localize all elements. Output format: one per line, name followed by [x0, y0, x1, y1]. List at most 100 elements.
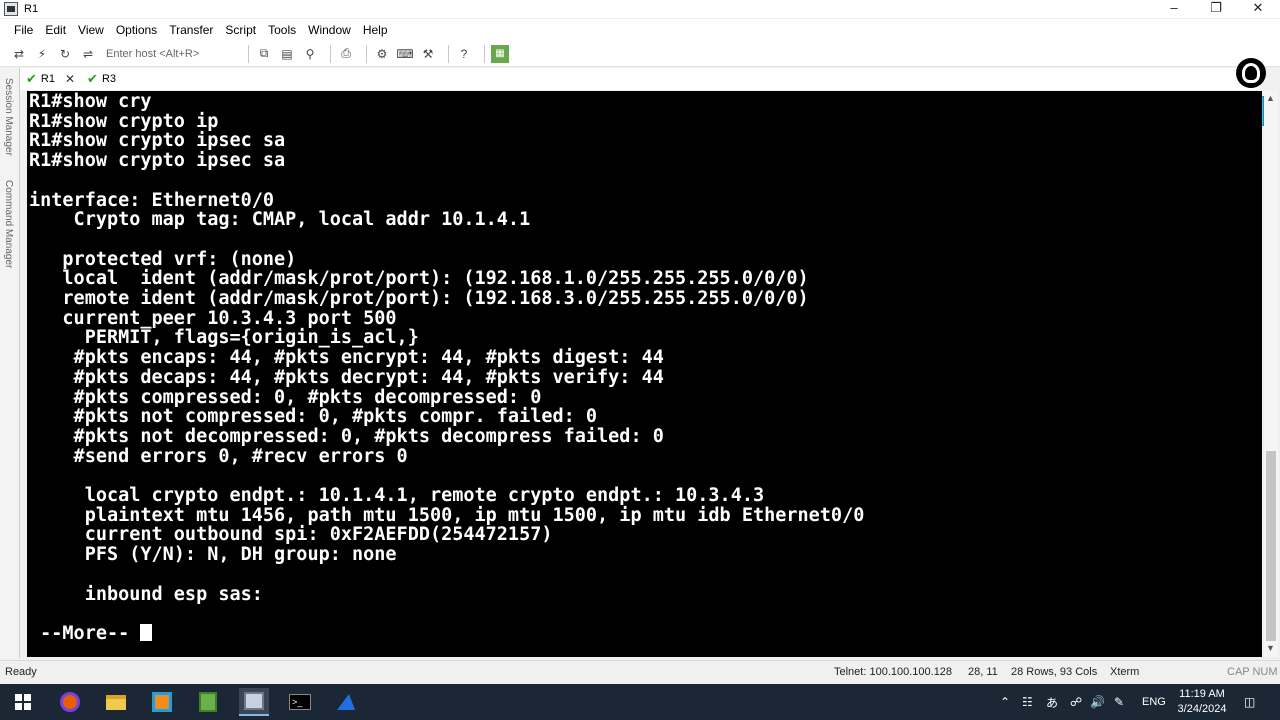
connected-check-icon: ✔	[87, 71, 98, 86]
notifications-icon[interactable]: ◫	[1244, 684, 1255, 720]
pen-icon[interactable]: ✎	[1114, 684, 1124, 720]
reconnect-icon[interactable]: ↻	[56, 45, 74, 63]
terminal-line: #pkts not compressed: 0, #pkts compr. fa…	[29, 406, 598, 428]
terminal-line: Crypto map tag: CMAP, local addr 10.1.4.…	[29, 209, 531, 231]
terminal-line: interface: Ethernet0/0	[29, 189, 275, 211]
firefox-icon[interactable]	[55, 688, 85, 716]
menu-transfer[interactable]: Transfer	[169, 23, 213, 37]
terminal-line: #send errors 0, #recv errors 0	[29, 445, 408, 467]
close-window-button[interactable]: ✕	[1238, 0, 1278, 18]
terminal-screen[interactable]: R1#show cry R1#show crypto ip R1#show cr…	[27, 91, 1262, 657]
lightbulb-logo-icon	[1236, 58, 1266, 88]
restore-button[interactable]: ❐	[1196, 0, 1236, 18]
map-icon[interactable]: ▦	[491, 44, 509, 63]
cursor-position: 28, 11	[968, 666, 998, 678]
terminal-line: current_peer 10.3.4.3 port 500	[29, 307, 397, 329]
menu-window[interactable]: Window	[308, 23, 351, 37]
clock-time: 11:19 AM	[1179, 688, 1225, 700]
help-icon[interactable]: ?	[455, 45, 473, 63]
side-panel: Session Manager Command Manager	[0, 68, 20, 658]
app-icon	[4, 2, 18, 16]
title-bar: R1 – ❐ ✕	[0, 0, 1280, 18]
terminal-line: R1#show cry	[29, 91, 152, 112]
menu-script[interactable]: Script	[225, 23, 256, 37]
session-manager-tab[interactable]: Session Manager	[3, 78, 14, 156]
quick-connect-icon[interactable]: ⚡	[33, 45, 51, 63]
scrollbar-thumb[interactable]	[1266, 451, 1276, 641]
find-icon[interactable]: ⚲	[301, 45, 319, 63]
tab-r1[interactable]: ✔ R1 ✕	[20, 69, 82, 89]
terminal-line: current outbound spi: 0xF2AEFDD(25447215…	[29, 524, 553, 546]
terminal-size: 28 Rows, 93 Cols	[1011, 666, 1098, 678]
terminal-line: remote ident (addr/mask/prot/port): (192…	[29, 288, 809, 310]
terminal-line: #pkts decaps: 44, #pkts decrypt: 44, #pk…	[29, 366, 664, 388]
terminal-line: R1#show crypto ipsec sa	[29, 150, 286, 172]
terminal-line: R1#show crypto ipsec sa	[29, 130, 286, 152]
toolbar-divider	[448, 44, 449, 63]
menu-options[interactable]: Options	[116, 23, 157, 37]
tab-label: R3	[101, 73, 116, 85]
notepad-icon[interactable]	[193, 688, 223, 716]
toolbar-divider	[330, 44, 331, 63]
terminal-line: #pkts encaps: 44, #pkts encrypt: 44, #pk…	[29, 347, 664, 369]
menu-tools[interactable]: Tools	[268, 23, 296, 37]
status-text: Ready	[5, 666, 37, 678]
tab-r3[interactable]: ✔ R3	[81, 69, 122, 89]
system-clock[interactable]: 11:19 AM 3/24/2024	[1162, 687, 1242, 717]
terminal-cursor	[140, 623, 153, 641]
terminal-icon[interactable]: >_	[285, 688, 315, 716]
file-explorer-icon[interactable]	[101, 688, 131, 716]
session-tabs: ✔ R1 ✕ ✔ R3	[20, 68, 1260, 90]
terminal-line: #pkts not decompressed: 0, #pkts decompr…	[29, 425, 664, 447]
print-icon[interactable]: ⎙	[337, 45, 355, 63]
close-tab-icon[interactable]: ✕	[65, 72, 75, 86]
windows-taskbar: >_ ⌃ ☷ あ ☍ 🔊 ✎ ENG 11:19 AM 3/24/2024 ◫	[0, 684, 1280, 720]
menu-help[interactable]: Help	[363, 23, 388, 37]
terminal-line: local crypto endpt.: 10.1.4.1, remote cr…	[29, 485, 765, 507]
input-method-icon[interactable]: あ	[1046, 684, 1058, 720]
shark-app-icon[interactable]	[331, 688, 361, 716]
terminal-line: protected vrf: (none)	[29, 248, 297, 270]
menu-edit[interactable]: Edit	[45, 23, 66, 37]
terminal-line: plaintext mtu 1456, path mtu 1500, ip mt…	[29, 504, 865, 526]
start-icon[interactable]	[8, 688, 38, 716]
connect-icon[interactable]: ⇄	[10, 45, 28, 63]
app-icon-blue[interactable]	[147, 688, 177, 716]
settings-icon[interactable]: ⚙	[373, 45, 391, 63]
toolbar-divider	[484, 44, 485, 63]
minimize-button[interactable]: –	[1154, 0, 1194, 18]
terminal-line: inbound esp sas:	[29, 583, 263, 605]
disconnect-icon[interactable]: ⇌	[79, 45, 97, 63]
scroll-up-icon[interactable]: ▲	[1266, 93, 1275, 103]
toolbar-divider	[366, 44, 367, 63]
tab-label: R1	[40, 73, 55, 85]
enter-host-field[interactable]: Enter host <Alt+R>	[102, 45, 242, 63]
menu-view[interactable]: View	[78, 23, 104, 37]
keymap-icon[interactable]: ⌨	[396, 45, 414, 63]
terminal-scrollbar[interactable]: ▲ ▼	[1264, 91, 1278, 657]
menu-file[interactable]: File	[14, 23, 33, 37]
sftp-icon[interactable]: ⚒	[419, 45, 437, 63]
menu-bar: File Edit View Options Transfer Script T…	[0, 19, 1280, 41]
copy-icon[interactable]: ⧉	[255, 45, 273, 63]
toolbar: ⇄ ⚡ ↻ ⇌ Enter host <Alt+R> ⧉ ▤ ⚲ ⎙ ⚙ ⌨ ⚒…	[0, 41, 1280, 67]
terminal-output: R1#show cry R1#show crypto ip R1#show cr…	[27, 91, 1262, 644]
command-manager-tab[interactable]: Command Manager	[3, 180, 14, 268]
tray-chevron-icon[interactable]: ⌃	[1000, 684, 1010, 720]
terminal-line: --More--	[29, 622, 141, 644]
network-status-icon[interactable]: ☍	[1070, 684, 1082, 720]
terminal-line: PFS (Y/N): N, DH group: none	[29, 544, 397, 566]
volume-icon[interactable]: 🔊	[1090, 684, 1105, 720]
network-icon[interactable]: ☷	[1022, 684, 1033, 720]
connection-info: Telnet: 100.100.100.128	[834, 666, 953, 678]
emulation-type: Xterm	[1110, 666, 1140, 678]
scroll-down-icon[interactable]: ▼	[1266, 643, 1275, 653]
terminal-line: #pkts compressed: 0, #pkts decompressed:…	[29, 386, 542, 408]
clock-date: 3/24/2024	[1177, 703, 1227, 715]
securecrt-icon[interactable]	[239, 688, 269, 716]
terminal-line: R1#show crypto ip	[29, 110, 219, 132]
status-bar: Ready Telnet: 100.100.100.128 28, 11 28 …	[0, 660, 1280, 684]
terminal-line: PERMIT, flags={origin_is_acl,}	[29, 327, 419, 349]
window-title: R1	[24, 3, 39, 15]
paste-icon[interactable]: ▤	[278, 45, 296, 63]
